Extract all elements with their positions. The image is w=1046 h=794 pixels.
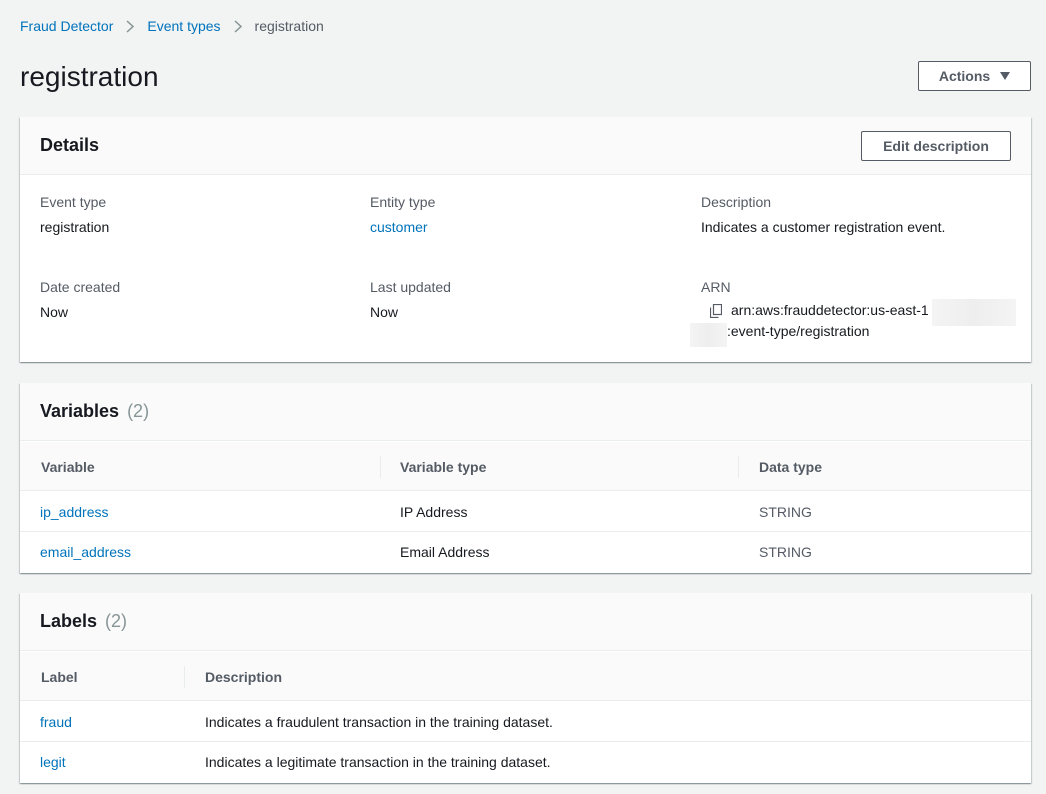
label-link[interactable]: fraud	[40, 702, 72, 742]
label-link[interactable]: legit	[40, 742, 66, 782]
labels-table-header: Label Description	[20, 652, 1031, 701]
variable-link[interactable]: ip_address	[40, 492, 109, 532]
labels-count: (2)	[105, 611, 128, 631]
variables-panel: Variables (2) Variable Variable type Dat…	[20, 383, 1031, 573]
redacted-region	[690, 323, 727, 347]
event-type-value: registration	[40, 219, 110, 235]
arn-text-part1: arn:aws:frauddetector:us-east-1	[731, 302, 929, 318]
column-header-label[interactable]: Label	[41, 652, 78, 701]
date-created-field: Date created Now	[40, 278, 120, 321]
edit-description-button[interactable]: Edit description	[861, 131, 1011, 161]
breadcrumb: Fraud Detector Event types registration	[20, 17, 324, 35]
event-type-label: Event type	[40, 194, 107, 210]
variable-type-cell: IP Address	[400, 504, 468, 520]
last-updated-value: Now	[370, 304, 399, 320]
chevron-right-icon	[234, 19, 242, 33]
variables-header: Variables (2)	[20, 383, 1031, 441]
table-row: legit Indicates a legitimate transaction…	[20, 742, 1031, 782]
table-row: fraud Indicates a fraudulent transaction…	[20, 702, 1031, 742]
labels-title: Labels	[40, 611, 98, 631]
event-type-field: Event type registration	[40, 193, 109, 236]
arn-label: ARN	[701, 279, 731, 295]
column-divider	[738, 456, 739, 478]
column-divider	[380, 456, 381, 478]
copy-icon[interactable]	[709, 303, 723, 319]
variable-link[interactable]: email_address	[40, 532, 131, 572]
chevron-right-icon	[126, 19, 135, 33]
last-updated-label: Last updated	[370, 279, 451, 295]
actions-button-label: Actions	[938, 68, 991, 84]
variables-title: Variables	[40, 401, 120, 421]
breadcrumb-current: registration	[254, 18, 324, 34]
date-created-value: Now	[40, 304, 69, 320]
labels-panel: Labels (2) Label Description fraud Indic…	[20, 593, 1031, 783]
breadcrumb-fraud-detector[interactable]: Fraud Detector	[20, 18, 113, 34]
description-value: Indicates a customer registration event.	[701, 219, 946, 235]
actions-button[interactable]: Actions	[918, 61, 1031, 91]
entity-type-label: Entity type	[370, 194, 436, 210]
entity-type-link[interactable]: customer	[370, 218, 435, 236]
entity-type-field: Entity type customer	[370, 193, 435, 236]
table-row: email_address Email Address STRING	[20, 532, 1031, 572]
column-header-variable[interactable]: Variable	[41, 442, 95, 491]
column-header-description[interactable]: Description	[205, 652, 282, 701]
breadcrumb-event-types[interactable]: Event types	[147, 18, 220, 34]
arn-text-part2: :event-type/registration	[727, 323, 870, 339]
column-divider	[184, 666, 185, 688]
column-header-variable-type[interactable]: Variable type	[400, 442, 486, 491]
description-label: Description	[701, 194, 772, 210]
page-title: registration	[20, 61, 159, 92]
data-type-cell: STRING	[759, 544, 812, 560]
variables-table-header: Variable Variable type Data type	[20, 442, 1031, 491]
table-row: ip_address IP Address STRING	[20, 492, 1031, 532]
label-description-cell: Indicates a fraudulent transaction in th…	[205, 714, 553, 730]
redacted-region	[932, 299, 1016, 326]
last-updated-field: Last updated Now	[370, 278, 451, 321]
date-created-label: Date created	[40, 279, 121, 295]
column-header-data-type[interactable]: Data type	[759, 442, 822, 491]
description-field: Description Indicates a customer registr…	[701, 193, 945, 236]
variables-count: (2)	[127, 401, 150, 421]
label-description-cell: Indicates a legitimate transaction in th…	[205, 754, 551, 770]
details-title: Details	[40, 135, 100, 155]
arn-field: ARN	[701, 278, 731, 296]
caret-down-icon	[1000, 72, 1011, 80]
variable-type-cell: Email Address	[400, 544, 490, 560]
data-type-cell: STRING	[759, 504, 812, 520]
labels-header: Labels (2)	[20, 593, 1031, 651]
